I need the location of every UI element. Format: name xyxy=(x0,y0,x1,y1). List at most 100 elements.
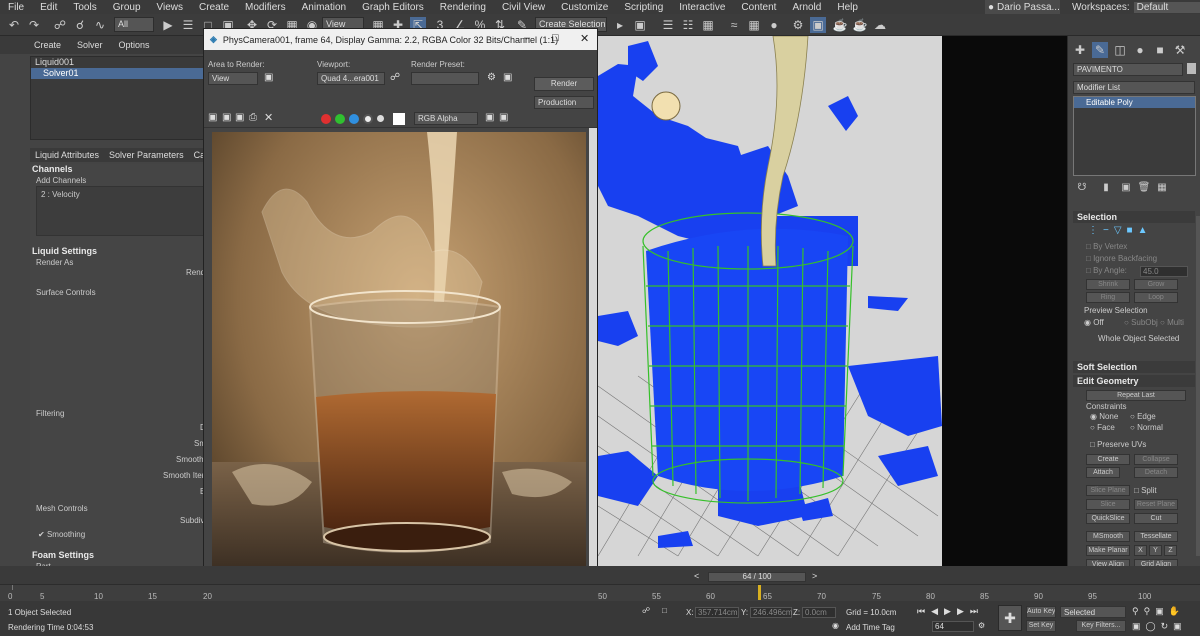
menu-help[interactable]: Help xyxy=(829,2,866,13)
save-image-icon[interactable]: ▣ xyxy=(208,112,217,123)
by-vertex-checkbox[interactable]: □ By Vertex xyxy=(1086,242,1127,251)
monochrome-icon[interactable] xyxy=(377,115,384,122)
align-icon[interactable]: ▣ xyxy=(632,17,648,33)
tab-solver-parameters[interactable]: Solver Parameters xyxy=(104,148,189,162)
close-icon[interactable]: ✕ xyxy=(580,32,589,45)
set-key-button[interactable]: Set Key xyxy=(1026,620,1056,632)
preview-multi-radio[interactable]: ○ Multi xyxy=(1160,318,1184,327)
modifier-list-dropdown[interactable]: Modifier List xyxy=(1073,81,1195,94)
toggle-ui-icon[interactable]: ▣ xyxy=(485,112,494,123)
make-unique-icon[interactable]: ▣ xyxy=(1118,180,1134,196)
select-object-icon[interactable]: ▶ xyxy=(160,17,176,33)
preserve-uvs-checkbox[interactable]: □ Preserve UVs xyxy=(1090,440,1146,449)
region-icon[interactable]: ▣ xyxy=(264,72,273,83)
ribbon-icon[interactable]: ▦ xyxy=(700,17,716,33)
reset-plane-button[interactable]: Reset Plane xyxy=(1134,499,1178,510)
edit-geometry-header[interactable]: Edit Geometry xyxy=(1073,375,1195,387)
time-ruler[interactable]: 0 5 10 15 20 50 55 60 65 70 75 80 85 90 … xyxy=(0,584,1200,601)
show-end-result-icon[interactable]: ▮ xyxy=(1098,180,1114,196)
loop-button[interactable]: Loop xyxy=(1134,292,1178,303)
grow-button[interactable]: Grow xyxy=(1134,279,1178,290)
minimize-icon[interactable]: – xyxy=(524,32,530,44)
msmooth-button[interactable]: MSmooth xyxy=(1086,531,1130,542)
motion-tab-icon[interactable]: ● xyxy=(1132,42,1148,58)
menu-create[interactable]: Create xyxy=(191,2,237,13)
add-time-tag[interactable]: Add Time Tag xyxy=(846,623,895,632)
y-coordinate-field[interactable]: 246.496cm xyxy=(750,607,793,618)
zoom-extents-icon[interactable]: ▣ xyxy=(1132,621,1141,632)
print-icon[interactable]: ⎙ xyxy=(249,112,257,123)
ignore-backfacing-checkbox[interactable]: □ Ignore Backfacing xyxy=(1086,254,1157,263)
zoom-all-icon[interactable]: ⚲ xyxy=(1144,606,1151,617)
collapse-button[interactable]: Collapse xyxy=(1134,454,1178,465)
preview-subobj-radio[interactable]: ○ SubObj xyxy=(1124,318,1158,327)
hierarchy-tab-icon[interactable]: ◫ xyxy=(1112,42,1128,58)
selection-header[interactable]: Selection xyxy=(1073,211,1195,223)
menu-views[interactable]: Views xyxy=(149,2,192,13)
zoom-icon[interactable]: ⚲ xyxy=(1132,606,1139,617)
previous-frame-icon[interactable]: ◀ xyxy=(931,606,938,617)
split-checkbox[interactable]: □ Split xyxy=(1134,486,1157,495)
attach-button[interactable]: Attach xyxy=(1086,467,1120,478)
vertex-icon[interactable]: ⋮ xyxy=(1088,225,1098,236)
selection-filter-dropdown[interactable]: All xyxy=(114,17,154,32)
play-icon[interactable]: ▶ xyxy=(944,606,951,617)
pan-icon[interactable]: ✋ xyxy=(1169,606,1180,617)
tree-item-solver[interactable]: Solver01 xyxy=(31,68,204,79)
bind-space-warp-icon[interactable]: ∿ xyxy=(92,17,108,33)
menu-interactive[interactable]: Interactive xyxy=(671,2,733,13)
clear-icon[interactable]: ✕ xyxy=(264,111,273,124)
schematic-view-icon[interactable]: ▦ xyxy=(746,17,762,33)
prev-frame-icon[interactable]: < xyxy=(694,571,699,581)
mirror-icon[interactable]: ▸ xyxy=(612,17,628,33)
tab-liquid-attributes[interactable]: Liquid Attributes xyxy=(30,148,104,162)
border-icon[interactable]: ▽ xyxy=(1114,225,1122,236)
utilities-tab-icon[interactable]: ⚒ xyxy=(1172,42,1188,58)
channels-header[interactable]: Channels xyxy=(32,164,73,174)
render-setup-icon[interactable]: ⚙ xyxy=(790,17,806,33)
menu-edit[interactable]: Edit xyxy=(32,2,65,13)
constraint-edge-radio[interactable]: ○ Edge xyxy=(1130,412,1156,421)
layer-explorer-icon[interactable]: ☷ xyxy=(680,17,696,33)
key-filters-button[interactable]: Key Filters... xyxy=(1076,620,1126,632)
make-planar-z-button[interactable]: Z xyxy=(1164,545,1177,556)
render-preset-dropdown[interactable] xyxy=(411,72,479,85)
edge-icon[interactable]: − xyxy=(1103,225,1109,236)
soft-selection-header[interactable]: Soft Selection xyxy=(1073,361,1195,373)
maximize-viewport-icon[interactable]: ▣ xyxy=(1173,621,1182,632)
link-icon[interactable]: ☍ xyxy=(52,17,68,33)
go-to-start-icon[interactable]: ⏮ xyxy=(917,606,925,617)
vfb-scrollbar[interactable] xyxy=(589,128,597,602)
tessellate-button[interactable]: Tessellate xyxy=(1134,531,1178,542)
make-planar-x-button[interactable]: X xyxy=(1134,545,1147,556)
menu-group[interactable]: Group xyxy=(105,2,149,13)
rendered-frame-window-icon[interactable]: ▣ xyxy=(810,17,826,33)
cut-button[interactable]: Cut xyxy=(1134,513,1178,524)
object-name-field[interactable]: PAVIMENTO xyxy=(1073,63,1183,76)
menu-civil-view[interactable]: Civil View xyxy=(494,2,553,13)
modify-tab-icon[interactable]: ✎ xyxy=(1092,42,1108,58)
go-to-end-icon[interactable]: ⏭ xyxy=(970,606,978,617)
render-setup-icon[interactable]: ⚙ xyxy=(487,72,496,83)
preview-off-radio[interactable]: ◉ Off xyxy=(1084,318,1104,327)
display-tab-icon[interactable]: ■ xyxy=(1152,42,1168,58)
maximize-icon[interactable]: □ xyxy=(552,32,559,44)
polygon-icon[interactable]: ■ xyxy=(1127,225,1133,236)
undo-icon[interactable]: ↶ xyxy=(6,17,22,33)
unlink-icon[interactable]: ☌ xyxy=(72,17,88,33)
shrink-button[interactable]: Shrink xyxy=(1086,279,1130,290)
ring-button[interactable]: Ring xyxy=(1086,292,1130,303)
by-angle-checkbox[interactable]: □ By Angle: xyxy=(1086,266,1127,275)
field-of-view-icon[interactable]: ▣ xyxy=(1155,606,1164,617)
render-production-icon[interactable]: ☕ xyxy=(832,17,848,33)
lock-icon[interactable]: ☍ xyxy=(390,72,400,83)
foam-settings-header[interactable]: Foam Settings xyxy=(32,550,94,560)
time-cursor[interactable] xyxy=(758,585,761,600)
create-button[interactable]: Create xyxy=(1086,454,1130,465)
stack-item-editable-poly[interactable]: Editable Poly xyxy=(1074,97,1195,108)
detach-button[interactable]: Detach xyxy=(1134,467,1178,478)
current-frame-field[interactable]: 64 xyxy=(932,621,974,632)
environment-icon[interactable]: ▣ xyxy=(503,72,512,83)
menu-rendering[interactable]: Rendering xyxy=(432,2,494,13)
time-tag-icon[interactable]: ◉ xyxy=(832,621,839,630)
